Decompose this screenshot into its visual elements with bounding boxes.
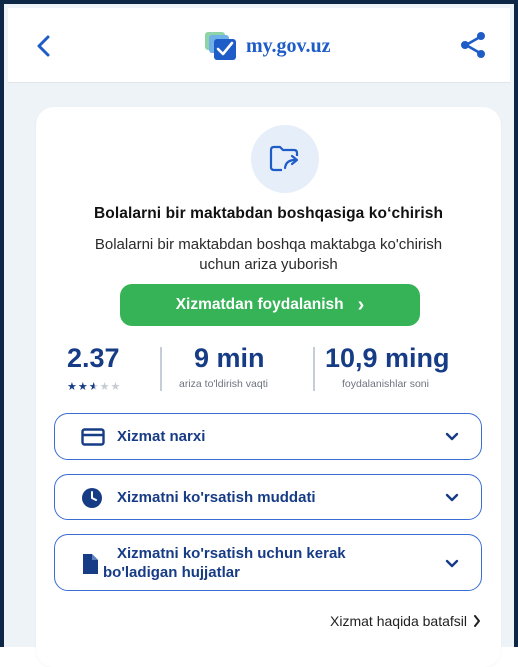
accordion-label: Xizmat narxi xyxy=(117,428,206,445)
brand-logo: my.gov.uz xyxy=(204,30,330,62)
chevron-right-icon: › xyxy=(357,293,365,316)
share-icon xyxy=(461,32,485,58)
use-service-button[interactable]: Xizmatdan foydalanish › xyxy=(120,284,420,326)
accordion-duration[interactable]: Xizmatni ko'rsatish muddati xyxy=(54,474,482,520)
star-half-icon: ★ xyxy=(88,381,100,393)
chevron-right-icon xyxy=(474,615,480,627)
more-info-label: Xizmat haqida batafsil xyxy=(330,613,467,629)
stat-divider xyxy=(160,347,162,391)
service-description: Bolalarni bir maktabdan boshqa maktabga … xyxy=(94,236,443,273)
accordion-label-line1: Xizmatni ko'rsatish uchun kerak xyxy=(117,545,346,562)
users-value: 10,9 ming xyxy=(325,343,450,373)
back-button[interactable] xyxy=(30,32,58,60)
top-bar: my.gov.uz xyxy=(8,8,510,83)
accordion-label-line2: bo'ladigan hujjatlar xyxy=(103,564,240,581)
cta-label: Xizmatdan foydalanish xyxy=(175,296,344,313)
service-card: Bolalarni bir maktabdan boshqasiga ko‘ch… xyxy=(36,107,501,667)
document-icon xyxy=(83,554,98,574)
rating-value: 2.37 xyxy=(67,343,120,373)
service-title: Bolalarni bir maktabdan boshqasiga ko‘ch… xyxy=(93,205,444,222)
chevron-down-icon xyxy=(445,493,459,502)
users-label: foydalanishlar soni xyxy=(342,378,429,390)
star-empty-icon: ★ xyxy=(110,381,122,393)
rating-stars: ★★★★★ xyxy=(67,380,121,393)
accordion-documents[interactable]: Xizmatni ko'rsatish uchun kerak bo'ladig… xyxy=(54,534,482,591)
star-empty-icon: ★ xyxy=(99,381,111,393)
accordion-label: Xizmatni ko'rsatish muddati xyxy=(117,489,316,506)
app-title: my.gov.uz xyxy=(246,34,331,57)
chevron-down-icon xyxy=(445,559,459,568)
time-label: ariza to'ldirish vaqti xyxy=(179,378,268,390)
more-info-link[interactable]: Xizmat haqida batafsil xyxy=(330,613,481,629)
gov-logo-icon xyxy=(205,32,236,60)
star-full-icon: ★ xyxy=(77,381,89,393)
folder-share-icon xyxy=(269,145,299,172)
stat-divider xyxy=(313,347,315,391)
time-value: 9 min xyxy=(194,343,265,373)
card-icon xyxy=(81,428,105,446)
chevron-left-icon xyxy=(37,35,50,57)
share-button[interactable] xyxy=(458,30,488,60)
chevron-down-icon xyxy=(445,432,459,441)
star-full-icon: ★ xyxy=(67,381,78,393)
accordion-price[interactable]: Xizmat narxi xyxy=(54,413,482,460)
app-frame: my.gov.uz Bolalarni bir maktabdan boshqa… xyxy=(0,0,518,667)
service-icon-badge xyxy=(251,125,319,193)
clock-icon xyxy=(82,488,102,508)
